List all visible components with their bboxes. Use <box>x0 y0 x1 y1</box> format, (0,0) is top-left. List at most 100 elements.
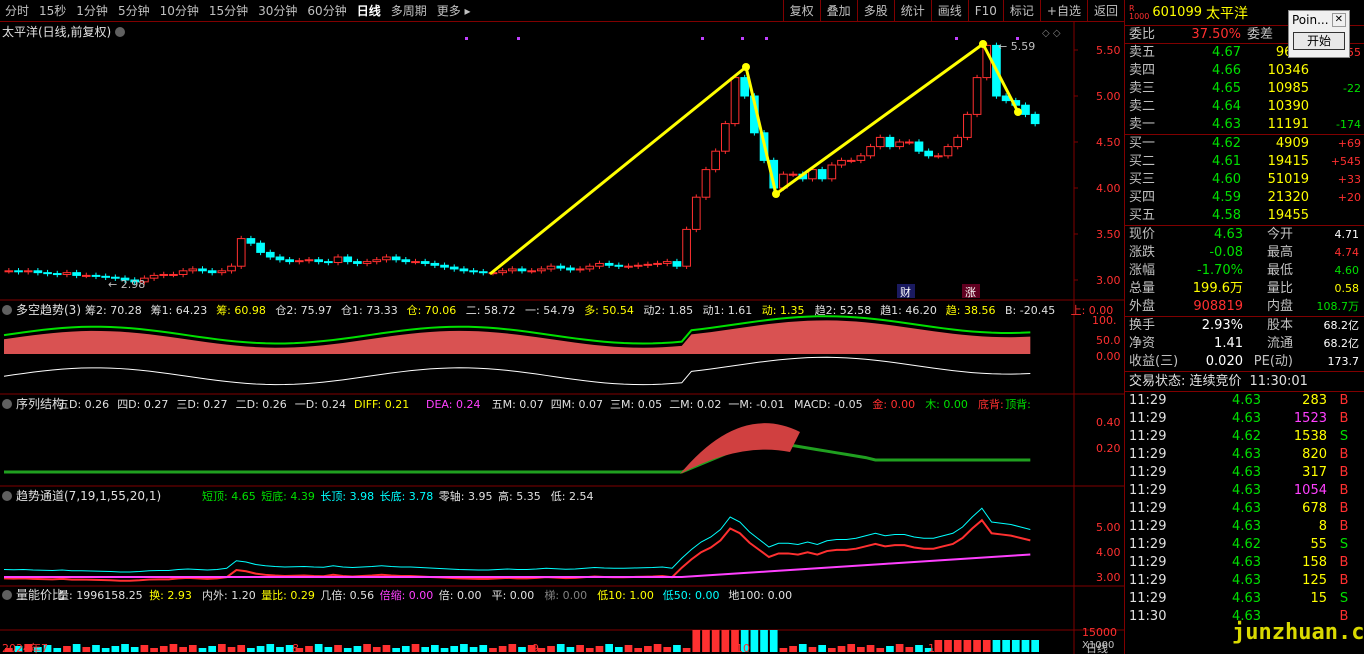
volume-bar <box>188 645 197 652</box>
candle-body <box>730 77 740 125</box>
candle-body <box>391 256 401 261</box>
candle-body <box>701 169 711 198</box>
ind2-item: 五D: 0.26 <box>58 398 109 411</box>
candle-body <box>449 266 459 270</box>
volume-bar <box>566 647 575 652</box>
candle-body <box>227 265 236 272</box>
sell-level-2: 卖二 4.64 10390 <box>1129 99 1309 114</box>
sell-level-3: 卖三 4.65 10985 -22 <box>1129 81 1361 96</box>
ind2-ytick: 0.40 <box>1096 416 1121 429</box>
kline-chart-area[interactable]: 太平洋(日线,前复权) 5.50 5.00 4.50 4.00 3.50 3.00 ← 5.5… <box>0 22 1124 654</box>
ind4-item: 内外: 1.20 <box>202 588 256 602</box>
volume-bar <box>895 644 904 652</box>
signal-dot <box>1016 37 1019 40</box>
candle-body <box>33 270 43 274</box>
candle-body <box>527 270 537 273</box>
period-tab-2[interactable]: 1分钟 <box>71 2 113 19</box>
signal-dot <box>765 37 768 40</box>
period-tab-5[interactable]: 15分钟 <box>204 2 253 19</box>
period-tab-10[interactable]: 更多 ▸ <box>432 2 476 19</box>
ind2-item: 三D: 0.27 <box>176 398 227 411</box>
volume-bar <box>169 644 178 652</box>
ind1-item: 动: 1.35 <box>762 304 805 317</box>
candle-body <box>478 271 488 274</box>
candle-body <box>682 228 691 267</box>
ind2-ytick: 0.20 <box>1096 442 1121 455</box>
candle-body <box>633 264 643 267</box>
toolbar-button-1[interactable]: 叠加 <box>819 0 857 22</box>
period-tab-7[interactable]: 60分钟 <box>302 2 351 19</box>
ind1-item: 动1: 1.61 <box>703 304 753 317</box>
candle-body <box>256 242 265 253</box>
ind3-settings-icon <box>2 491 12 501</box>
volume-bar <box>479 645 488 652</box>
quote-row: 外盘 908819 内盘 108.7万 <box>1129 299 1359 314</box>
ind3-title: 趋势通道(7,19,1,55,20,1) <box>16 489 161 503</box>
volume-bar <box>721 630 730 652</box>
close-icon[interactable]: ✕ <box>1331 13 1346 27</box>
toolbar-button-7[interactable]: +自选 <box>1039 0 1087 22</box>
period-tab-1[interactable]: 15秒 <box>34 2 71 19</box>
candle-body <box>420 261 430 264</box>
candle-body <box>72 272 81 276</box>
candle-body <box>740 77 750 97</box>
buy-level-3: 买三 4.60 51019 +33 <box>1129 172 1361 187</box>
volume-bar <box>915 645 923 652</box>
ind2-item: 四M: 0.07 <box>551 398 603 411</box>
candle-body <box>198 268 207 272</box>
toolbar-button-6[interactable]: 标记 <box>1002 0 1040 22</box>
ind2-item: 一M: -0.01 <box>728 398 784 411</box>
candle-body <box>440 264 449 268</box>
arrowhead-icon <box>1014 108 1022 116</box>
period-tab-6[interactable]: 30分钟 <box>253 2 302 19</box>
buy-level-5: 买五 4.58 19455 <box>1129 208 1309 223</box>
toolbar-button-4[interactable]: 画线 <box>930 0 968 22</box>
period-tab-0[interactable]: 分时 <box>0 2 34 19</box>
candle-body <box>507 268 517 272</box>
ind4-item: 倍缩: 0.00 <box>380 588 434 602</box>
volume-bar <box>92 645 100 652</box>
ind1-settings-icon <box>2 305 12 315</box>
toolbar-button-2[interactable]: 多股 <box>856 0 894 22</box>
candle-body <box>817 169 827 180</box>
candle-body <box>924 150 933 157</box>
volume-bar <box>460 644 468 652</box>
volume-bar <box>450 646 459 652</box>
ind1-item: 趋: 38.56 <box>946 304 996 317</box>
volume-bar <box>663 647 672 652</box>
period-tab-4[interactable]: 10分钟 <box>155 2 204 19</box>
ind4-item: 倍: 0.00 <box>439 588 482 602</box>
ind3-item: 零轴: 3.95 <box>439 489 493 503</box>
sell-level-4: 卖四 4.66 10346 <box>1129 63 1309 78</box>
x-axis-label: 2024年7 <box>2 641 48 654</box>
toolbar-button-8[interactable]: 返回 <box>1086 0 1124 22</box>
volume-bar <box>982 640 991 652</box>
volume-bar <box>692 630 701 652</box>
tick-row: 11:29 4.63 678 B <box>1129 501 1349 516</box>
volume-bar <box>624 645 633 652</box>
toolbar-button-0[interactable]: 复权 <box>782 0 820 22</box>
toolbar-button-5[interactable]: F10 <box>967 0 1003 22</box>
candle-body <box>265 251 275 258</box>
tick-row: 11:29 4.63 1054 B <box>1129 483 1349 498</box>
candle-body <box>1021 104 1030 115</box>
start-button[interactable]: 开始 <box>1293 32 1345 50</box>
candle-body <box>411 261 420 264</box>
candle-body <box>401 259 411 263</box>
point-popup: Poin... ✕ 开始 <box>1288 10 1350 58</box>
period-tab-8[interactable]: 日线 <box>352 2 386 19</box>
candle-body <box>159 273 169 276</box>
candle-body <box>246 238 256 244</box>
ind1-item: 趋2: 52.58 <box>815 304 872 317</box>
ind3-item: 短顶: 4.65 <box>202 489 256 503</box>
candle-body <box>324 261 333 264</box>
volume-bar <box>837 646 846 652</box>
candle-body <box>672 261 682 267</box>
period-tab-9[interactable]: 多周期 <box>386 2 432 19</box>
ind1-item: 仓1: 73.33 <box>341 303 398 317</box>
volume-bar <box>227 647 236 652</box>
period-tab-3[interactable]: 5分钟 <box>113 2 155 19</box>
ind3-lower-line <box>4 553 1031 578</box>
toolbar-button-3[interactable]: 统计 <box>893 0 931 22</box>
volume-bar <box>130 647 139 652</box>
